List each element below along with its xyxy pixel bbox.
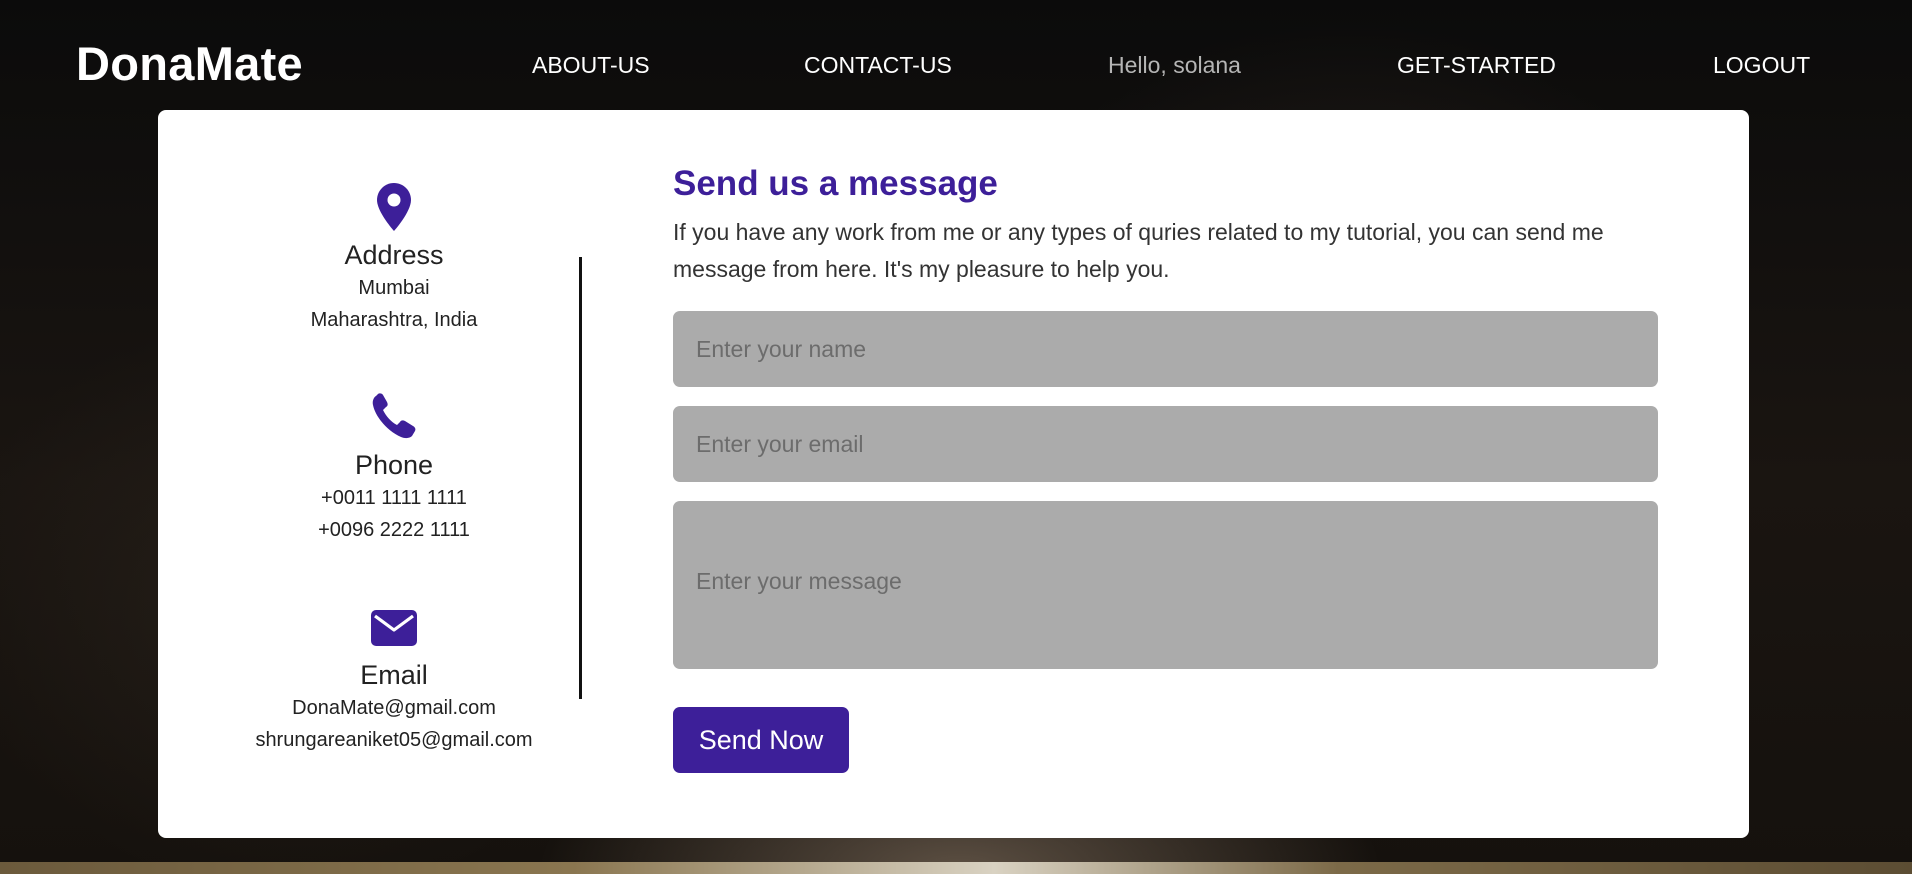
nav-logout[interactable]: LOGOUT <box>1713 52 1810 79</box>
email-title: Email <box>360 660 428 690</box>
nav-about-us[interactable]: ABOUT-US <box>532 52 650 79</box>
vertical-divider <box>579 257 582 699</box>
contact-card: Address Mumbai Maharashtra, India Phone … <box>158 110 1749 838</box>
address-line-1: Mumbai <box>358 277 430 299</box>
nav-contact-us[interactable]: CONTACT-US <box>804 52 952 79</box>
email-input[interactable] <box>673 406 1658 482</box>
top-navbar: DonaMate ABOUT-US CONTACT-US Hello, sola… <box>0 0 1912 110</box>
name-input[interactable] <box>673 311 1658 387</box>
contact-info-column: Address Mumbai Maharashtra, India Phone … <box>158 110 630 838</box>
brand-logo[interactable]: DonaMate <box>76 36 303 91</box>
phone-line-1: +0011 1111 1111 <box>321 487 467 509</box>
phone-line-2: +0096 2222 1111 <box>318 519 470 541</box>
phone-icon <box>158 392 630 444</box>
phone-block: Phone +0011 1111 1111 +0096 2222 1111 <box>158 392 630 546</box>
background-photo-strip <box>0 862 1912 874</box>
email-line-1: DonaMate@gmail.com <box>292 697 496 719</box>
address-title: Address <box>344 240 444 270</box>
map-pin-icon <box>158 182 630 234</box>
message-form-column: Send us a message If you have any work f… <box>673 110 1663 838</box>
form-description: If you have any work from me or any type… <box>673 219 1604 282</box>
address-block: Address Mumbai Maharashtra, India <box>158 182 630 336</box>
address-line-2: Maharashtra, India <box>310 309 478 331</box>
envelope-icon <box>158 602 630 654</box>
user-greeting: Hello, solana <box>1108 52 1241 78</box>
form-title: Send us a message <box>673 164 998 203</box>
email-line-2: shrungareaniket05@gmail.com <box>255 729 533 751</box>
send-now-button[interactable]: Send Now <box>673 707 849 773</box>
message-textarea[interactable] <box>673 501 1658 669</box>
email-block: Email DonaMate@gmail.com shrungareaniket… <box>158 602 630 756</box>
nav-get-started[interactable]: GET-STARTED <box>1397 52 1556 79</box>
phone-title: Phone <box>354 450 434 480</box>
